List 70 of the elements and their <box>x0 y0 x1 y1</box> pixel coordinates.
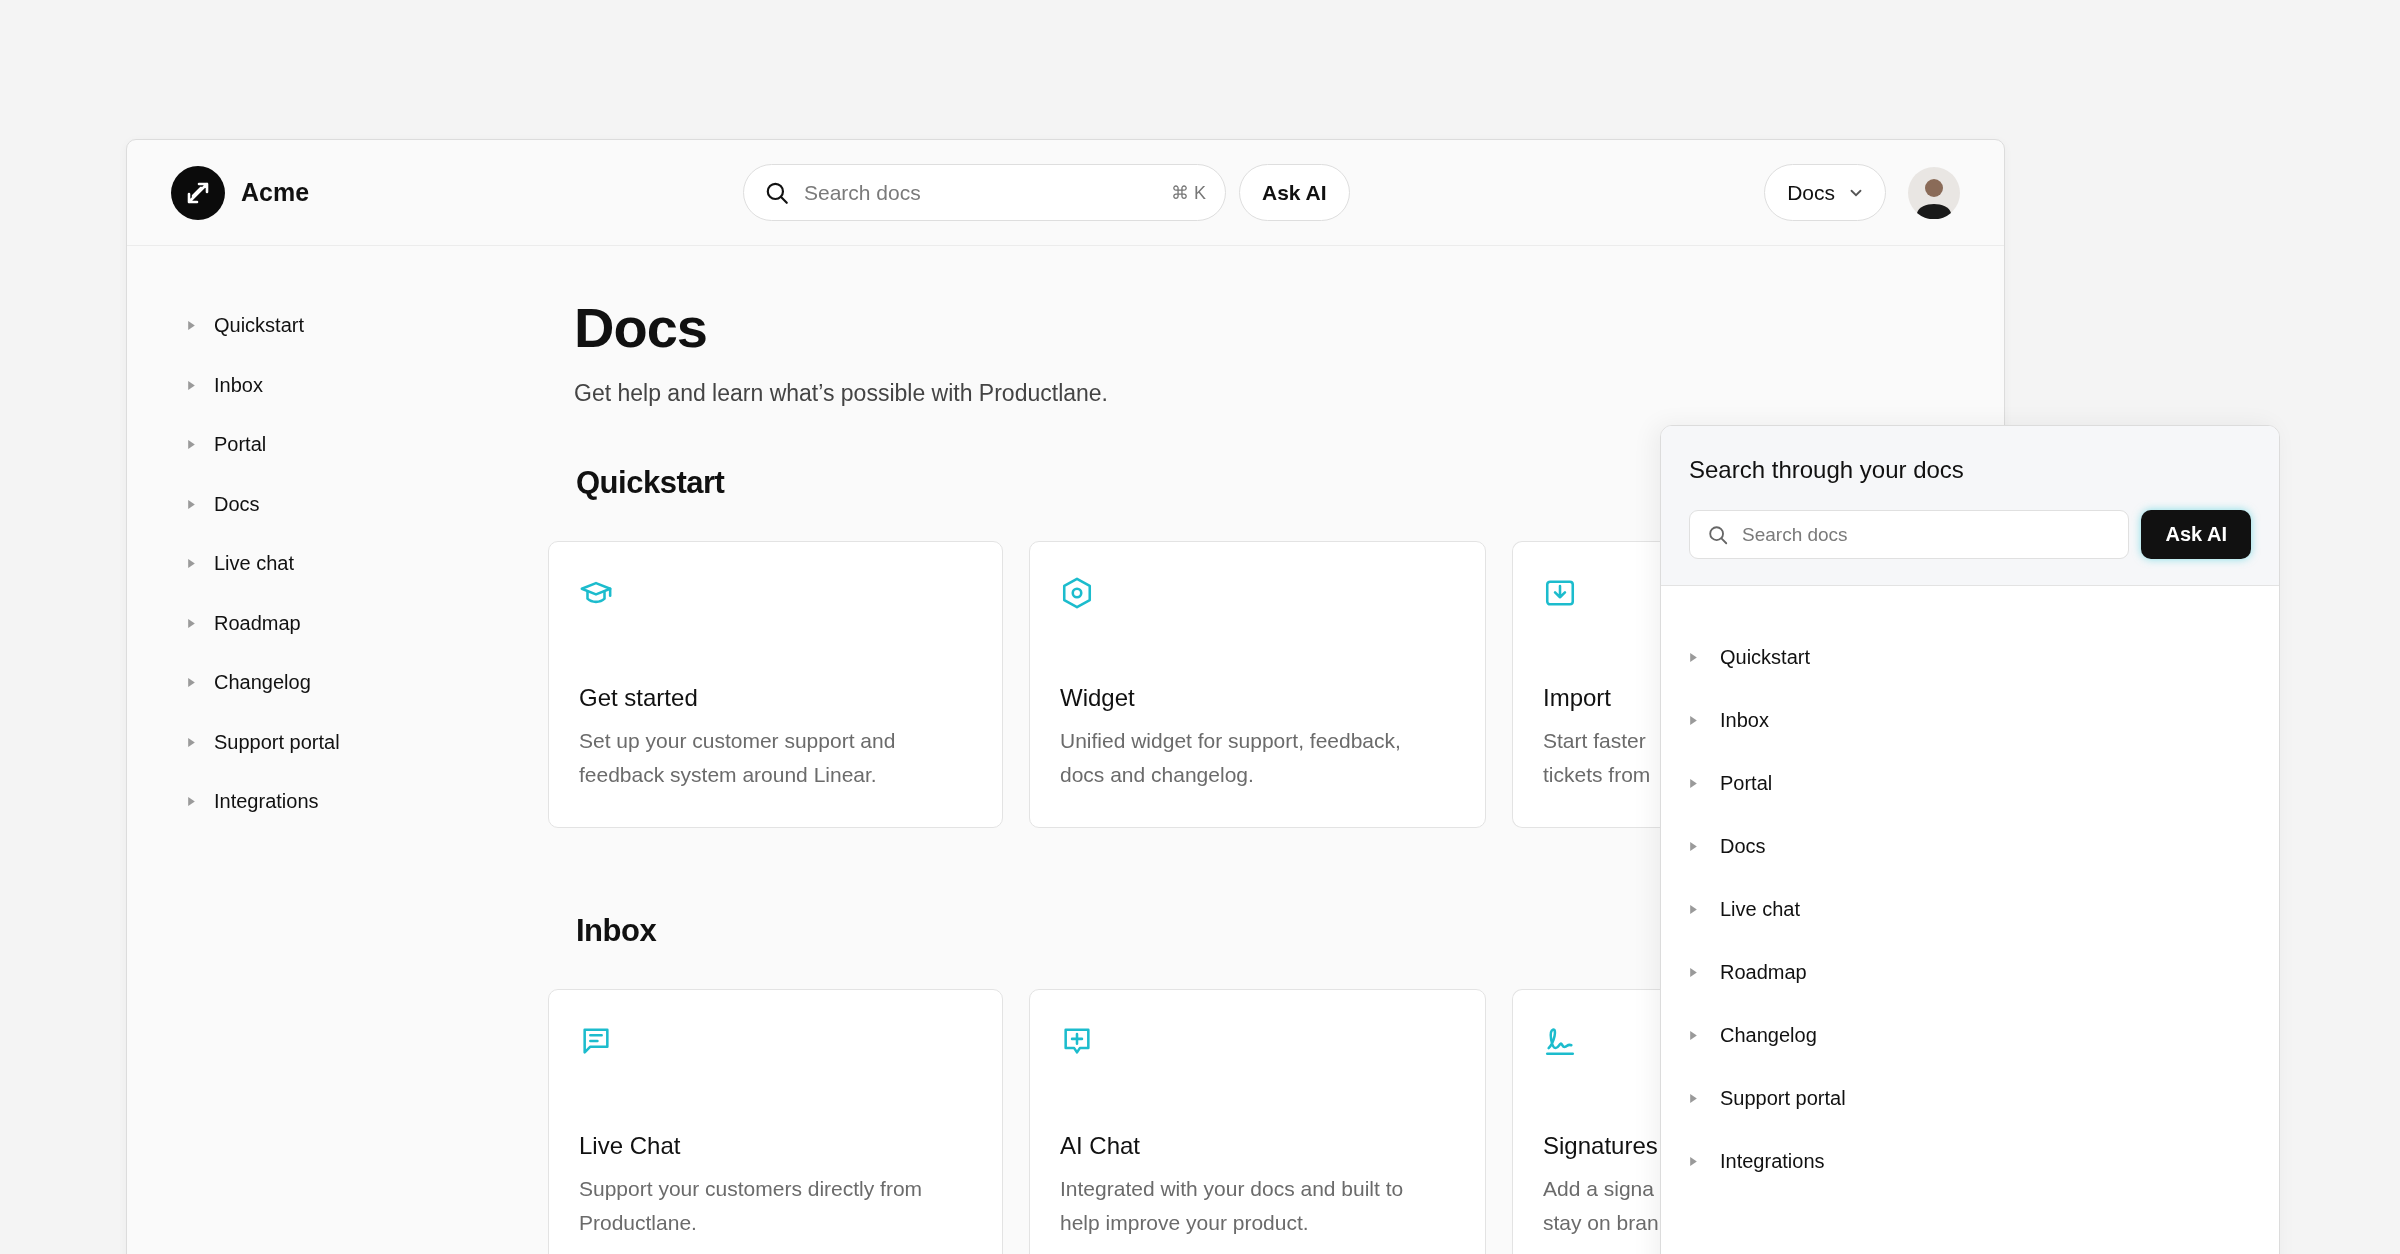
docs-list-item[interactable]: Integrations <box>1689 1130 2279 1193</box>
avatar[interactable] <box>1908 166 1960 219</box>
caret-right-icon <box>187 379 196 391</box>
sidebar-item[interactable]: Quickstart <box>187 296 548 356</box>
card-title: Import <box>1543 684 1612 713</box>
shortcut-hint: ⌘ K <box>1171 182 1206 204</box>
caret-right-icon <box>187 498 196 510</box>
feature-card[interactable]: AI Chat Integrated with your docs and built to help improve your product. <box>1029 989 1486 1254</box>
docs-list-item[interactable]: Changelog <box>1689 1004 2279 1067</box>
sidebar-item[interactable]: Docs <box>187 474 548 534</box>
caret-right-icon <box>187 439 196 451</box>
feature-card[interactable]: Live Chat Support your customers directly from Productlane. <box>548 989 1003 1254</box>
card-description: Set up your customer support and feedback system around Linear. <box>579 728 897 789</box>
caret-right-icon <box>187 617 196 629</box>
sidebar-item[interactable]: Support portal <box>187 712 548 772</box>
caret-right-icon <box>1689 967 1698 978</box>
feature-card[interactable]: Import Start faster tickets from <box>1512 541 1660 829</box>
card-title: Live Chat <box>579 1132 682 1161</box>
search-icon <box>1707 524 1729 546</box>
caret-right-icon <box>1689 1093 1698 1104</box>
card-title: Signatures <box>1543 1132 1659 1161</box>
search-field[interactable]: Search docs <box>1689 510 2130 559</box>
docs-list-item[interactable]: Inbox <box>1689 689 2279 752</box>
caret-right-icon <box>1689 904 1698 915</box>
card-title: AI Chat <box>1060 1132 1142 1161</box>
search-icon <box>764 180 790 206</box>
docs-list-item[interactable]: Live chat <box>1689 878 2279 941</box>
sidebar-item[interactable]: Integrations <box>187 772 548 832</box>
caret-right-icon <box>1689 841 1698 852</box>
caret-right-icon <box>1689 778 1698 789</box>
card-title: Get started <box>579 684 699 713</box>
section-heading: Quickstart <box>576 465 726 502</box>
ask-ai-button[interactable]: Ask AI <box>2141 510 2251 559</box>
feature-card[interactable]: Signatures Add a signa stay on bran <box>1512 989 1660 1254</box>
docs-list-item[interactable]: Portal <box>1689 752 2279 815</box>
panel-title: Search through your docs <box>1689 456 1965 484</box>
caret-right-icon <box>187 736 196 748</box>
caret-right-icon <box>1689 652 1698 663</box>
sidebar-item[interactable]: Live chat <box>187 534 548 594</box>
section-heading: Inbox <box>576 913 658 950</box>
logo-icon <box>171 165 225 220</box>
sidebar-item[interactable]: Changelog <box>187 653 548 713</box>
caret-right-icon <box>187 796 196 808</box>
ask-ai-button[interactable]: Ask AI <box>1239 164 1350 221</box>
sidebar-item[interactable]: Roadmap <box>187 593 548 653</box>
card-description: Support your customers directly from Productlane. <box>579 1176 924 1237</box>
docs-list-item[interactable]: Support portal <box>1689 1067 2279 1130</box>
caret-right-icon <box>1689 1156 1698 1167</box>
caret-right-icon <box>1689 1030 1698 1041</box>
card-description: Integrated with your docs and built to help improve your product. <box>1060 1176 1405 1237</box>
caret-right-icon <box>187 677 196 689</box>
docs-list-item[interactable]: Quickstart <box>1689 626 2279 689</box>
docs-dropdown[interactable]: Docs <box>1764 164 1886 221</box>
caret-right-icon <box>1689 715 1698 726</box>
caret-right-icon <box>187 320 196 332</box>
card-description: Start faster tickets from <box>1543 728 1652 789</box>
sidebar-item[interactable]: Portal <box>187 415 548 475</box>
feature-card[interactable]: Widget Unified widget for support, feedback, docs and changelog. <box>1029 541 1486 829</box>
card-description: Unified widget for support, feedback, docs and changelog. <box>1060 728 1402 789</box>
feature-card[interactable]: Get started Set up your customer support and feedback system around Linear. <box>548 541 1003 829</box>
page-title: Docs <box>574 296 708 361</box>
caret-right-icon <box>187 558 196 570</box>
card-title: Widget <box>1060 684 1136 713</box>
page-subtitle: Get help and learn what’s possible with Productlane. <box>574 380 1109 408</box>
hexagon-icon <box>1060 576 1094 611</box>
brand-name: Acme <box>241 178 310 207</box>
sidebar-item[interactable]: Inbox <box>187 355 548 415</box>
docs-list-item[interactable]: Docs <box>1689 815 2279 878</box>
docs-list-item[interactable]: Roadmap <box>1689 941 2279 1004</box>
card-description: Add a signa stay on bran <box>1543 1176 1660 1237</box>
